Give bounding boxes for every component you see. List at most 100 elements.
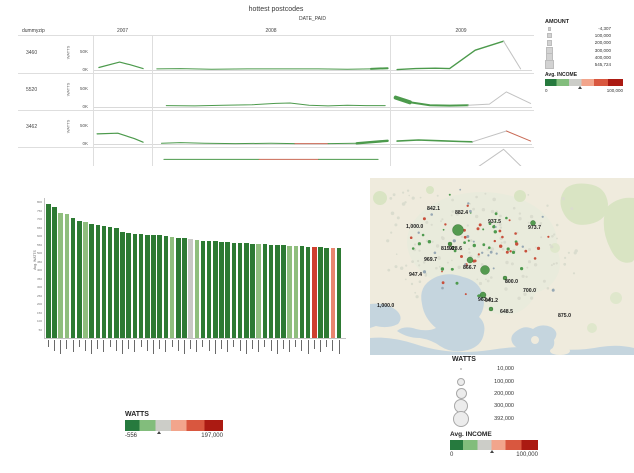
map-mark-dot[interactable] <box>493 230 497 234</box>
trend-lines-canvas[interactable] <box>93 36 532 166</box>
map-mark-dot[interactable] <box>508 219 511 222</box>
bar-14[interactable] <box>132 234 138 338</box>
bar-8[interactable] <box>95 224 101 338</box>
trend-line-5520-2008[interactable] <box>165 102 386 107</box>
map-mark-dot[interactable] <box>533 257 537 260</box>
map-mark-dot[interactable] <box>421 233 425 237</box>
map-mark-dot[interactable] <box>501 235 504 239</box>
bar-36[interactable] <box>268 244 274 338</box>
trend-line-3462-2009[interactable] <box>505 130 532 142</box>
bar-43[interactable] <box>312 246 317 338</box>
map-mark-dot[interactable] <box>499 244 503 248</box>
bar-20[interactable] <box>169 237 175 338</box>
trend-line-3462-2007[interactable] <box>96 132 144 143</box>
map-mark-dot[interactable] <box>509 250 512 253</box>
map-mark-dot[interactable] <box>482 243 486 247</box>
map-mark-dot[interactable] <box>505 250 509 254</box>
map-mark-dot[interactable] <box>488 246 491 249</box>
trend-line-3460-2007[interactable] <box>98 61 144 70</box>
bar-13[interactable] <box>126 233 132 338</box>
map-mark-dot[interactable] <box>459 188 462 191</box>
map-mark-dot[interactable] <box>441 270 443 273</box>
map-mark-dot[interactable] <box>536 246 541 250</box>
watts-gradient-bar[interactable] <box>125 420 223 434</box>
bar-12[interactable] <box>120 232 125 338</box>
map-mark-dot[interactable] <box>409 236 413 239</box>
bar-0[interactable] <box>46 203 51 338</box>
map-mark-dot[interactable] <box>506 247 510 251</box>
bar-31[interactable] <box>237 242 243 338</box>
map-mark-dot[interactable] <box>476 227 480 231</box>
bar-6[interactable] <box>83 222 88 338</box>
map-mark-dot[interactable] <box>472 240 475 243</box>
bar-47[interactable] <box>336 248 342 338</box>
trend-line-3462-2008[interactable] <box>355 139 389 145</box>
map-mark-dot[interactable] <box>442 228 445 231</box>
bar-46[interactable] <box>330 247 336 338</box>
bar-23[interactable] <box>188 239 193 338</box>
map-mark-dot[interactable] <box>493 239 496 243</box>
amount-legend-item[interactable]: -4,307 <box>545 25 611 32</box>
map-mark-dot[interactable] <box>464 293 467 296</box>
bar-21[interactable] <box>175 237 181 338</box>
map-canvas[interactable]: 842.1882.4937.5973.71,000.0815.6928.6969… <box>370 178 634 355</box>
map-mark-dot[interactable] <box>481 251 484 254</box>
map-mark-dot[interactable] <box>422 217 426 221</box>
map-mark-dot[interactable] <box>489 250 493 254</box>
bar-9[interactable] <box>101 225 107 338</box>
amount-legend-item[interactable]: 200,000 <box>545 39 611 46</box>
bar-26[interactable] <box>206 241 212 338</box>
map-mark-dot[interactable] <box>467 239 470 242</box>
map-mark-dot[interactable] <box>495 252 498 255</box>
bar-25[interactable] <box>200 240 206 338</box>
map-mark-dot[interactable] <box>460 255 463 258</box>
bar-16[interactable] <box>145 234 150 338</box>
map-mark-dot[interactable] <box>524 249 528 253</box>
map-mark-dot[interactable] <box>505 216 508 220</box>
bar-34[interactable] <box>256 243 261 338</box>
amount-legend-item[interactable]: 545,724 <box>545 60 611 70</box>
bar-32[interactable] <box>244 243 249 338</box>
map-mark-dot[interactable] <box>520 267 524 271</box>
map-mark-dot[interactable] <box>511 250 516 254</box>
map-bubble[interactable] <box>466 256 474 264</box>
map-mark-dot[interactable] <box>444 223 447 226</box>
map-mark-dot[interactable] <box>477 253 480 256</box>
bar-4[interactable] <box>70 218 76 338</box>
amount-legend-item[interactable]: 100,000 <box>545 32 611 39</box>
map-mark-dot[interactable] <box>427 240 432 244</box>
map-mark-dot[interactable] <box>494 212 498 216</box>
trend-line-3460-2008[interactable] <box>370 67 389 70</box>
bar-10[interactable] <box>107 226 113 338</box>
bar-39[interactable] <box>287 245 292 338</box>
bar-3[interactable] <box>64 213 70 338</box>
bar-24[interactable] <box>194 240 200 338</box>
bar-41[interactable] <box>299 246 305 338</box>
map-bubble[interactable] <box>452 224 464 236</box>
map-mark-dot[interactable] <box>498 229 502 233</box>
map-mark-dot[interactable] <box>521 245 524 248</box>
trend-line-5520-2009[interactable] <box>408 101 470 107</box>
amount-legend-item[interactable]: 300,000 <box>545 46 611 54</box>
bar-15[interactable] <box>138 234 144 338</box>
map-bubble[interactable] <box>488 306 494 312</box>
trend-line-3460-2009[interactable] <box>396 40 505 71</box>
map-mark-dot[interactable] <box>541 215 544 218</box>
map-mark-dot[interactable] <box>411 247 415 250</box>
trend-line-3460-2009[interactable] <box>503 40 522 70</box>
map-mark-dot[interactable] <box>441 286 444 290</box>
bar-30[interactable] <box>231 242 237 338</box>
map-mark-dot[interactable] <box>463 241 466 244</box>
bar-45[interactable] <box>324 247 330 338</box>
bar-19[interactable] <box>163 236 169 338</box>
trend-line-3462-2009[interactable] <box>471 130 507 143</box>
bar-38[interactable] <box>281 245 286 338</box>
size-legend-item[interactable]: 200,000 <box>452 388 514 400</box>
trend-line-5520-2009[interactable] <box>467 91 532 106</box>
amount-legend-item[interactable]: 400,000 <box>545 53 611 62</box>
map-mark-dot[interactable] <box>487 254 490 257</box>
map-mark-dot[interactable] <box>440 267 445 271</box>
map-mark-dot[interactable] <box>463 235 467 239</box>
income-gradient-bar[interactable] <box>545 79 623 89</box>
map-mark-dot[interactable] <box>417 242 421 246</box>
